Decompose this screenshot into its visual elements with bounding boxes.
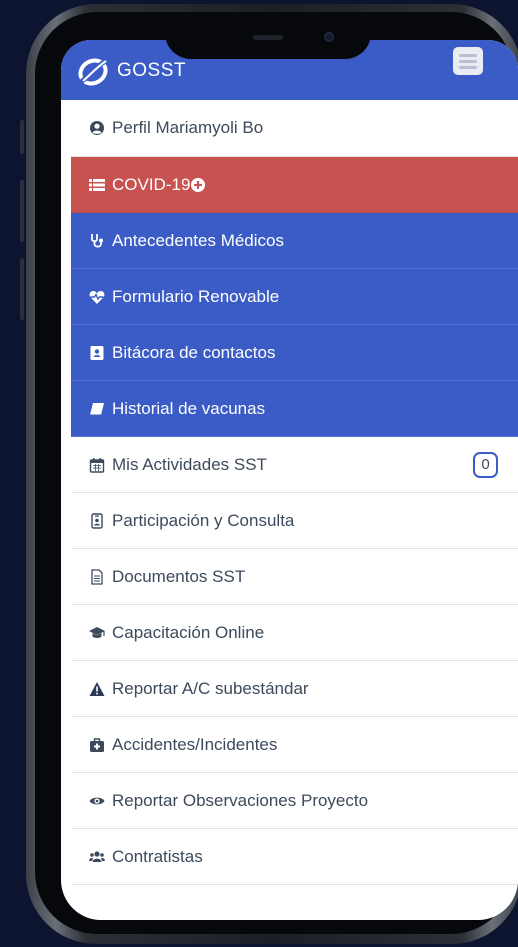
medkit-icon xyxy=(88,736,106,754)
menu-item-label: Reportar Observaciones Proyecto xyxy=(112,790,369,810)
menu-item-reportar-ac[interactable]: Reportar A/C subestándar xyxy=(71,661,518,717)
menu-item-label: Participación y Consulta xyxy=(112,510,295,530)
users-icon xyxy=(88,848,106,866)
menu-item-participacion-consulta[interactable]: Participación y Consulta xyxy=(71,493,518,549)
file-icon xyxy=(88,568,106,586)
graduation-cap-icon xyxy=(88,624,106,642)
brand[interactable]: GOSST xyxy=(75,54,186,88)
menu-item-mis-actividades-sst[interactable]: Mis Actividades SST 0 xyxy=(71,437,518,493)
menu-item-historial-vacunas[interactable]: Historial de vacunas xyxy=(71,381,518,437)
menu-item-label: Mis Actividades SST xyxy=(112,454,267,474)
brand-name: GOSST xyxy=(117,60,187,81)
menu-item-label: Historial de vacunas xyxy=(112,398,266,418)
menu-item-label: Perfil Mariamyoli Bo xyxy=(112,118,264,137)
menu-item-contratistas[interactable]: Contratistas xyxy=(71,829,518,885)
menu-item-label: Formulario Renovable xyxy=(112,286,280,306)
side-menu: Perfil Mariamyoli Bo COVID-19 Antecedent… xyxy=(71,100,518,885)
menu-item-label: Capacitación Online xyxy=(112,622,265,642)
menu-item-label: Accidentes/Incidentes xyxy=(112,734,278,754)
menu-item-documentos-sst[interactable]: Documentos SST xyxy=(71,549,518,605)
stethoscope-icon xyxy=(88,232,106,250)
silent-switch xyxy=(20,120,24,154)
hamburger-icon[interactable] xyxy=(453,47,483,75)
id-badge-icon xyxy=(88,512,106,530)
address-book-icon xyxy=(88,344,106,362)
volume-up-button xyxy=(20,180,24,242)
gosst-logo-icon xyxy=(78,57,109,86)
menu-item-label: Bitácora de contactos xyxy=(112,342,276,362)
phone-notch xyxy=(165,13,371,59)
menu-item-reportar-observaciones[interactable]: Reportar Observaciones Proyecto xyxy=(71,773,518,829)
menu-item-label: Reportar A/C subestándar xyxy=(112,678,309,698)
user-circle-icon xyxy=(88,119,106,137)
menu-item-perfil[interactable]: Perfil Mariamyoli Bo xyxy=(71,100,518,157)
heartbeat-icon xyxy=(88,288,106,306)
volume-down-button xyxy=(20,258,24,320)
calendar-icon xyxy=(88,456,106,474)
menu-item-covid[interactable]: COVID-19 xyxy=(71,157,518,213)
speaker-grille xyxy=(253,35,283,40)
menu-item-label: Documentos SST xyxy=(112,566,246,586)
activities-count-badge: 0 xyxy=(473,452,498,478)
list-icon xyxy=(88,176,106,194)
menu-item-antecedentes-medicos[interactable]: Antecedentes Médicos xyxy=(71,213,518,269)
eye-icon xyxy=(88,792,106,810)
book-icon xyxy=(88,400,106,418)
plus-circle-icon[interactable] xyxy=(191,177,206,192)
menu-item-bitacora-contactos[interactable]: Bitácora de contactos xyxy=(71,325,518,381)
menu-item-capacitacion-online[interactable]: Capacitación Online xyxy=(71,605,518,661)
front-camera xyxy=(324,32,334,42)
menu-item-accidentes-incidentes[interactable]: Accidentes/Incidentes xyxy=(71,717,518,773)
menu-item-label: COVID-19 xyxy=(112,174,191,194)
menu-item-formulario-renovable[interactable]: Formulario Renovable xyxy=(71,269,518,325)
phone-screen: GOSST Perfil Mariamyoli Bo COVID-19 Ante… xyxy=(61,40,518,920)
warning-icon xyxy=(88,680,106,698)
menu-item-label: Contratistas xyxy=(112,846,203,866)
menu-item-label: Antecedentes Médicos xyxy=(112,230,284,250)
